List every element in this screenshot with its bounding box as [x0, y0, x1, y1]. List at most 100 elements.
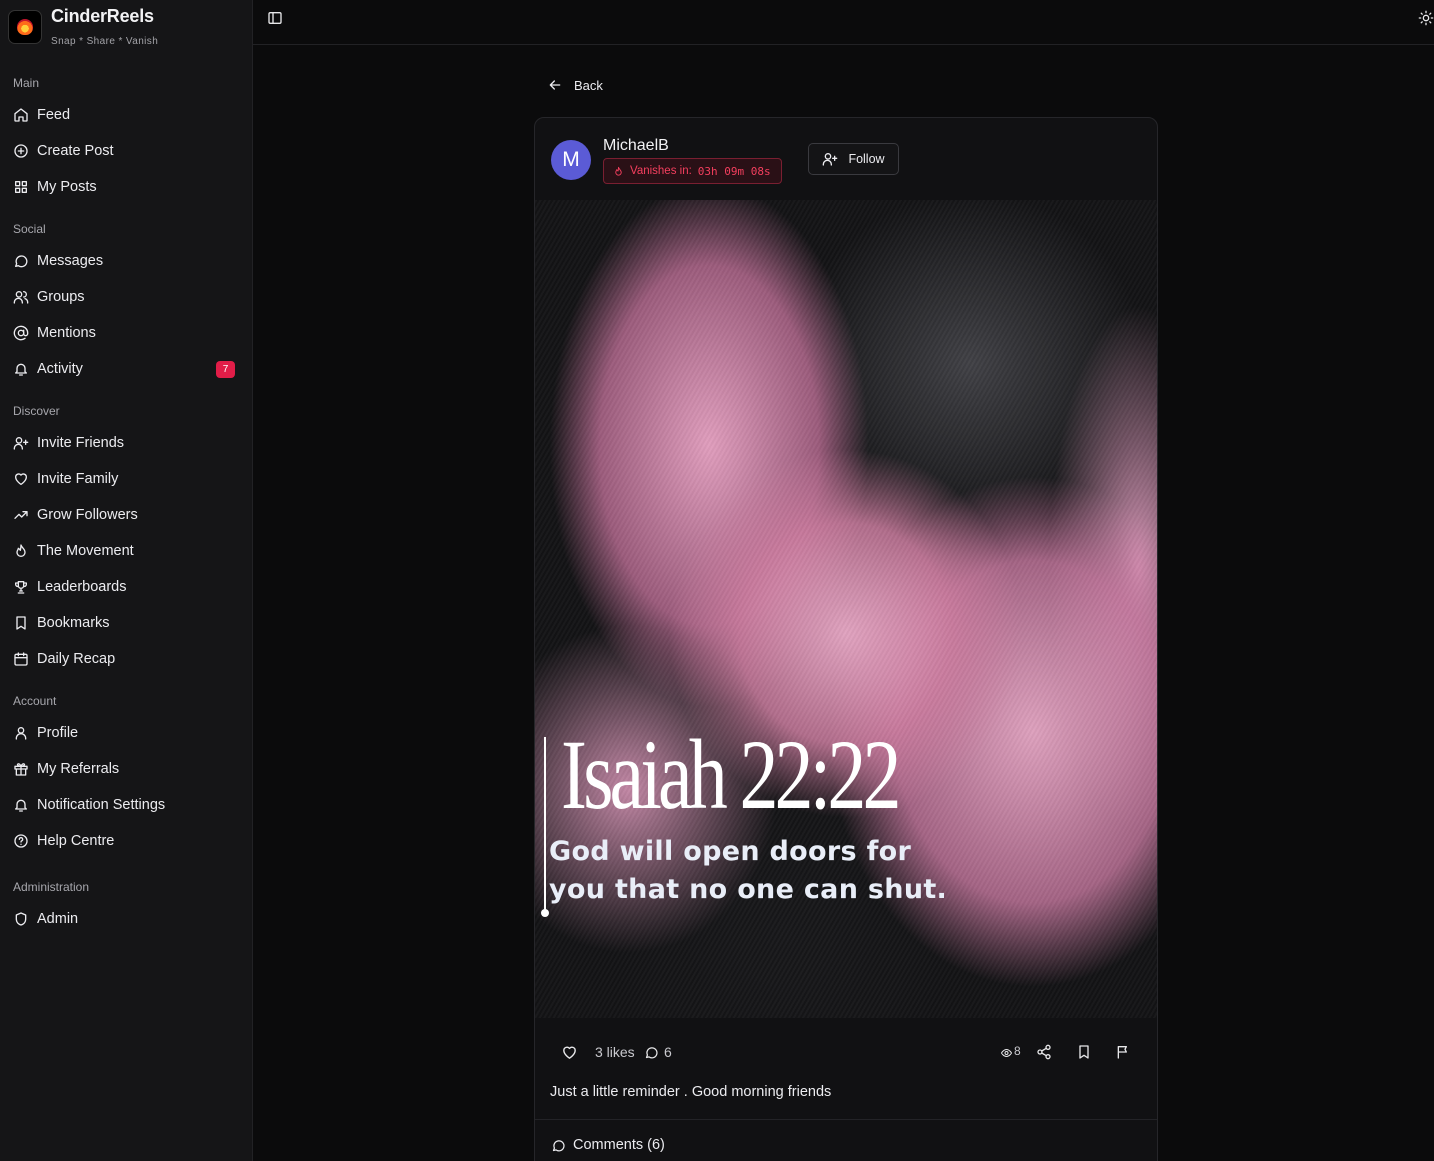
sidebar-item-daily-recap[interactable]: Daily Recap: [8, 643, 244, 675]
user-icon: [15, 727, 27, 740]
avatar[interactable]: M: [551, 140, 591, 180]
bookmark-icon: [16, 616, 26, 630]
sidebar-item-label: Admin: [37, 911, 79, 927]
sidebar: CinderReels Snap * Share * Vanish Main F…: [0, 0, 253, 1161]
section-account: Account: [13, 694, 57, 708]
sidebar-toggle-icon[interactable]: [267, 10, 283, 26]
bookmark-icon[interactable]: [1076, 1044, 1092, 1060]
post-card: M MichaelB Vanishes in: 03h 09m 08s Foll…: [534, 117, 1158, 1161]
notification-badge: 7: [216, 361, 235, 378]
sidebar-item-label: Mentions: [37, 325, 96, 341]
heart-icon[interactable]: [561, 1044, 578, 1061]
bell-icon: [15, 799, 27, 812]
sidebar-item-label: Messages: [37, 253, 104, 269]
follow-button[interactable]: Follow: [808, 143, 899, 175]
sidebar-item-invite-friends[interactable]: Invite Friends: [8, 427, 244, 459]
trophy-icon: [15, 581, 27, 594]
section-social: Social: [13, 222, 46, 236]
post-caption: Just a little reminder . Good morning fr…: [550, 1084, 832, 1100]
back-button[interactable]: Back: [547, 75, 603, 95]
likes-count[interactable]: 3 likes: [595, 1044, 635, 1060]
sidebar-item-admin[interactable]: Admin: [8, 903, 244, 935]
share-icon[interactable]: [1036, 1044, 1052, 1060]
sidebar-item-create-post[interactable]: Create Post: [8, 135, 244, 167]
sidebar-item-label: Create Post: [37, 143, 114, 159]
sidebar-item-profile[interactable]: Profile: [8, 717, 244, 749]
sidebar-item-grow-followers[interactable]: Grow Followers: [8, 499, 244, 531]
app: CinderReels Snap * Share * Vanish Main F…: [0, 0, 1434, 1161]
vanish-timer-badge: Vanishes in: 03h 09m 08s: [603, 158, 782, 184]
brand[interactable]: CinderReels Snap * Share * Vanish: [8, 6, 248, 50]
image-verse-text: God will open doors for you that no one …: [549, 836, 948, 905]
sun-icon[interactable]: [1418, 10, 1434, 26]
post-author[interactable]: MichaelB: [603, 137, 669, 155]
sidebar-item-help-centre[interactable]: Help Centre: [8, 825, 244, 857]
sidebar-item-label: My Posts: [37, 179, 97, 195]
sidebar-item-label: The Movement: [37, 543, 134, 559]
vanish-countdown: 03h 09m 08s: [697, 164, 771, 178]
sidebar-item-my-referrals[interactable]: My Referrals: [8, 753, 244, 785]
sidebar-item-feed[interactable]: Feed: [8, 99, 244, 131]
section-main: Main: [13, 76, 40, 90]
sidebar-item-the-movement[interactable]: The Movement: [8, 535, 244, 567]
sidebar-item-bookmarks[interactable]: Bookmarks: [8, 607, 244, 639]
comment-icon[interactable]: [644, 1045, 659, 1060]
trending-up-icon: [14, 511, 28, 519]
top-bar: [253, 0, 1434, 45]
brand-tagline: Snap * Share * Vanish: [51, 36, 159, 47]
flame-icon: [615, 166, 622, 176]
sidebar-item-label: My Referrals: [37, 761, 120, 777]
post-image[interactable]: Isaiah 22:22 God will open doors for you…: [535, 200, 1157, 1018]
comment-icon: [552, 1139, 565, 1151]
user-plus-icon: [823, 153, 838, 166]
sidebar-item-label: Notification Settings: [37, 797, 166, 813]
decorative-line: [544, 737, 546, 911]
sidebar-item-my-posts[interactable]: My Posts: [8, 171, 244, 203]
message-icon: [15, 255, 28, 268]
sidebar-item-invite-family[interactable]: Invite Family: [8, 463, 244, 495]
decorative-dot: [541, 909, 549, 917]
help-circle-icon: [14, 834, 28, 848]
bell-icon: [15, 363, 27, 376]
eye-icon: [1001, 1049, 1012, 1057]
flame-icon: [16, 544, 26, 557]
sidebar-item-label: Invite Family: [37, 471, 119, 487]
plus-circle-icon: [14, 144, 28, 158]
sidebar-item-label: Feed: [37, 107, 71, 123]
sidebar-item-notification-settings[interactable]: Notification Settings: [8, 789, 244, 821]
sidebar-item-label: Grow Followers: [37, 507, 138, 523]
sidebar-item-activity[interactable]: Activity 7: [8, 353, 244, 385]
post-actions: 3 likes 6 8: [535, 1018, 1157, 1086]
home-icon: [14, 108, 28, 122]
sidebar-item-label: Daily Recap: [37, 651, 116, 667]
at-icon: [13, 325, 29, 341]
sidebar-item-leaderboards[interactable]: Leaderboards: [8, 571, 244, 603]
sidebar-item-mentions[interactable]: Mentions: [8, 317, 244, 349]
gift-icon: [14, 763, 28, 776]
image-verse-title: Isaiah 22:22: [561, 719, 902, 830]
grid-icon: [14, 181, 27, 193]
back-label: Back: [574, 77, 603, 93]
sidebar-item-label: Leaderboards: [37, 579, 127, 595]
logo: [8, 10, 42, 44]
views-count: 8: [1014, 1044, 1021, 1058]
sidebar-item-groups[interactable]: Groups: [8, 281, 244, 313]
sidebar-item-label: Bookmarks: [37, 615, 110, 631]
shield-icon: [15, 912, 27, 926]
divider: [535, 1119, 1157, 1120]
comments-toggle[interactable]: Comments (6): [551, 1137, 665, 1153]
user-plus-icon: [13, 437, 29, 450]
sidebar-item-label: Profile: [37, 725, 79, 741]
sidebar-item-messages[interactable]: Messages: [8, 245, 244, 277]
sidebar-item-label: Invite Friends: [37, 435, 125, 451]
comments-label: Comments (6): [573, 1137, 665, 1153]
calendar-icon: [14, 652, 28, 666]
follow-label: Follow: [848, 152, 885, 166]
heart-icon: [15, 473, 27, 485]
section-administration: Administration: [13, 880, 90, 894]
comment-count[interactable]: 6: [664, 1044, 672, 1060]
users-icon: [13, 291, 29, 304]
sidebar-item-label: Groups: [37, 289, 85, 305]
flag-icon[interactable]: [1115, 1044, 1131, 1060]
sidebar-item-label: Help Centre: [37, 833, 115, 849]
